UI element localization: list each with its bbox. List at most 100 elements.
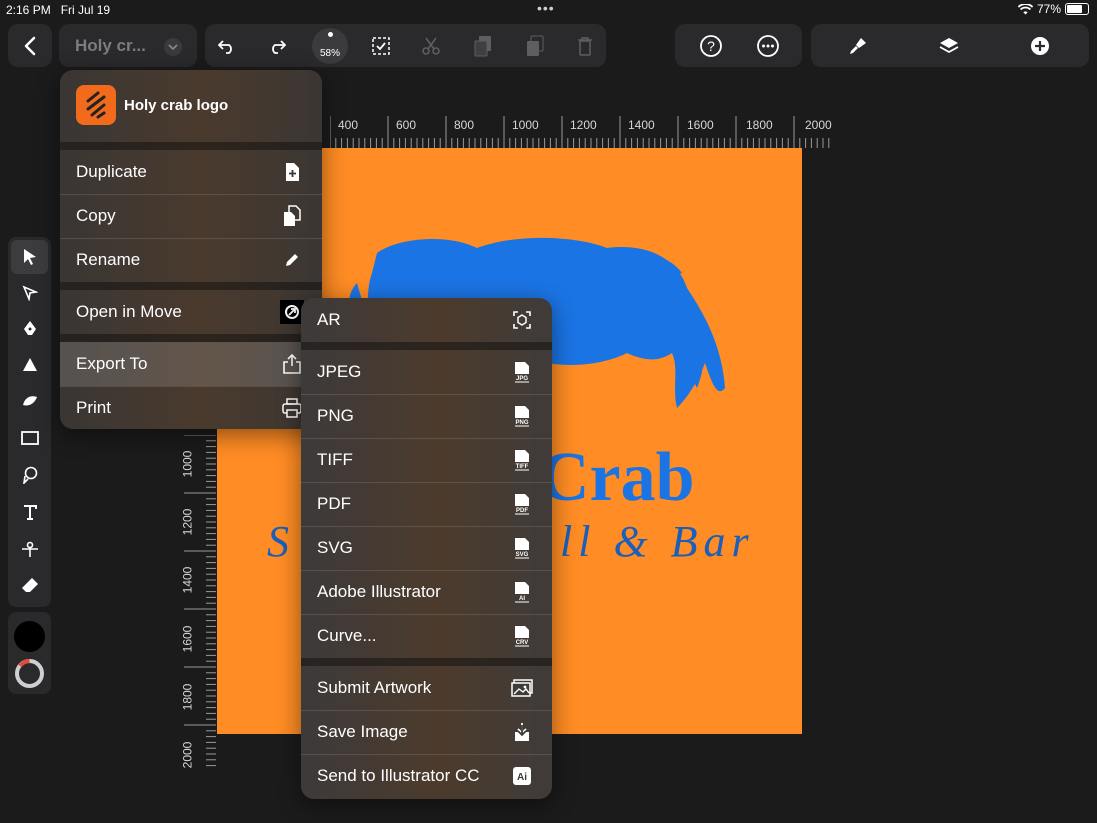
select-all-icon[interactable] [364,24,398,67]
jpg-file-icon: JPG [510,360,534,384]
menu-print[interactable]: Print [60,386,322,429]
crv-file-icon: CRV [510,624,534,648]
stroke-color-swatch[interactable] [14,658,45,689]
badge: Ai [517,772,527,783]
ruler-label: 1400 [180,566,195,594]
badge: PDF [516,508,528,514]
menu-label: Duplicate [76,162,147,181]
ruler-label: 1000 [512,118,539,132]
paste-icon[interactable] [518,24,552,67]
menu-copy[interactable]: Copy [60,194,322,238]
export-adobe-illustrator[interactable]: Adobe Illustrator AI [301,570,552,614]
svg-file-icon: SVG [510,536,534,560]
menu-label: Curve... [317,626,377,645]
trash-icon[interactable] [568,24,602,67]
eraser-tool-icon[interactable] [8,568,51,602]
chevron-down-icon[interactable] [164,38,182,56]
ruler-label: 1600 [687,118,714,132]
wifi-icon [1017,3,1033,14]
save-image[interactable]: Save Image [301,710,552,754]
menu-label: JPEG [317,362,362,381]
ruler-label: 1200 [570,118,597,132]
copy-icon [280,204,304,228]
ruler-label: 800 [454,118,475,132]
selection-tool-icon[interactable] [11,240,48,274]
duplicate-icon[interactable] [466,24,500,67]
menu-label: Save Image [317,722,408,741]
pencil-tool-icon[interactable] [8,348,51,382]
download-icon [510,720,534,744]
tiff-file-icon: TIFF [510,448,534,472]
help-icon[interactable]: ? [693,24,729,67]
zoom-level-button[interactable]: 58% [312,28,348,64]
document-name: Holy crab logo [124,97,229,114]
menu-label: Export To [76,354,148,373]
shape-builder-tool-icon[interactable] [8,458,51,492]
layers-icon[interactable] [931,24,967,67]
menu-open-in-move[interactable]: Open in Move [60,290,322,334]
direct-selection-tool-icon[interactable] [8,276,51,310]
artboard-subtitle-right: ll & Bar [560,517,755,566]
scissors-tool-icon[interactable] [8,532,51,566]
export-curve[interactable]: Curve... CRV [301,614,552,658]
rectangle-tool-icon[interactable] [8,421,51,455]
brush-tool-icon[interactable] [8,384,51,418]
brush-icon[interactable] [840,24,876,67]
png-file-icon: PNG [510,404,534,428]
ruler-label: 1400 [628,118,655,132]
pen-tool-icon[interactable] [8,312,51,346]
menu-export-to[interactable]: Export To [60,342,322,386]
menu-label: Open in Move [76,302,182,321]
undo-icon[interactable] [210,24,244,67]
add-icon[interactable] [1022,24,1058,67]
menu-label: PNG [317,406,354,425]
submit-artwork[interactable]: Submit Artwork [301,666,552,710]
badge: PNG [515,420,528,426]
menu-label: Send to Illustrator CC [317,766,480,785]
ruler-label: 1600 [180,625,195,653]
ruler-label: 1800 [180,683,195,711]
ar-icon [510,308,534,332]
ruler-label: 2000 [805,118,832,132]
menu-label: Adobe Illustrator [317,582,441,601]
badge: JPG [516,376,528,382]
document-title[interactable]: Holy cr... [75,36,146,56]
badge: AI [519,596,525,602]
export-png[interactable]: PNG PNG [301,394,552,438]
text-tool-icon[interactable] [8,495,51,529]
send-to-illustrator-cc[interactable]: Send to Illustrator CC Ai [301,754,552,798]
badge: CRV [516,640,529,646]
battery-percent: 77% [1036,2,1061,16]
ruler-left-labels: 1000 1200 1400 1600 1800 2000 [180,435,204,770]
pencil-icon [280,248,304,272]
ai-file-icon: AI [510,580,534,604]
menu-label: Copy [76,206,116,225]
export-svg[interactable]: SVG SVG [301,526,552,570]
export-jpeg[interactable]: JPEG JPG [301,350,552,394]
svg-text:?: ? [707,38,715,54]
redo-icon[interactable] [260,24,294,67]
menu-duplicate[interactable]: Duplicate [60,150,322,194]
image-icon [510,676,534,700]
ruler-top-labels: 400 600 800 1000 1200 1400 1600 1800 200… [330,118,832,132]
battery-icon [1065,3,1089,15]
scissors-icon[interactable] [414,24,448,67]
artboard-subtitle-left: S [267,517,295,566]
export-pdf[interactable]: PDF PDF [301,482,552,526]
export-tiff[interactable]: TIFF TIFF [301,438,552,482]
menu-rename[interactable]: Rename [60,238,322,282]
more-icon[interactable] [750,24,786,67]
menu-label: TIFF [317,450,353,469]
back-icon[interactable] [8,24,52,67]
pdf-file-icon: PDF [510,492,534,516]
artboard-title: Crab [539,439,695,516]
export-ar[interactable]: AR [301,298,552,342]
multitasking-dots-icon[interactable]: ••• [537,0,555,16]
menu-label: Rename [76,250,141,269]
ruler-label: 400 [338,118,359,132]
export-menu: AR JPEG JPG PNG PNG TIFF TIFF PDF PDF SV… [301,298,552,799]
ruler-label: 1200 [180,508,195,536]
menu-label: SVG [317,538,353,557]
badge: TIFF [516,464,529,470]
fill-color-swatch[interactable] [14,621,45,652]
